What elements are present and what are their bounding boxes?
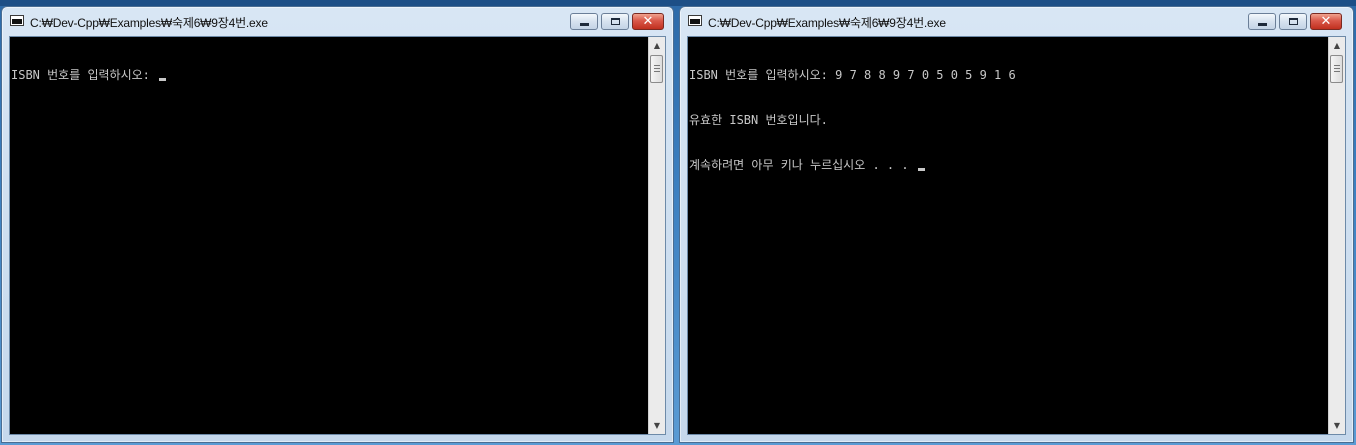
console-app-icon[interactable] (688, 15, 702, 26)
console-window-left[interactable]: C:₩Dev-Cpp₩Examples₩숙제6₩9장4번.exe ✕ ISBN … (1, 6, 674, 443)
scroll-thumb[interactable] (1330, 55, 1343, 83)
scroll-grip (1334, 65, 1340, 66)
window-title: C:₩Dev-Cpp₩Examples₩숙제6₩9장4번.exe (30, 16, 268, 30)
close-button[interactable]: ✕ (1310, 13, 1342, 30)
minimize-button[interactable] (570, 13, 598, 30)
console-line: ISBN 번호를 입력하시오: (11, 68, 645, 83)
console-line: 유효한 ISBN 번호입니다. (689, 113, 1325, 128)
window-title: C:₩Dev-Cpp₩Examples₩숙제6₩9장4번.exe (708, 16, 946, 30)
close-button[interactable]: ✕ (632, 13, 664, 30)
console-output-area[interactable]: ISBN 번호를 입력하시오: 9 7 8 8 9 7 0 5 0 5 9 1 … (687, 36, 1346, 435)
maximize-button[interactable] (601, 13, 629, 30)
vertical-scrollbar[interactable]: ▲ ▼ (648, 37, 665, 434)
console-output-area[interactable]: ISBN 번호를 입력하시오: ▲ ▼ (9, 36, 666, 435)
console-text: ISBN 번호를 입력하시오: 9 7 8 8 9 7 0 5 0 5 9 1 … (689, 38, 1325, 434)
close-icon: ✕ (642, 14, 654, 29)
close-icon: ✕ (1320, 14, 1332, 29)
console-line-text: ISBN 번호를 입력하시오: (11, 68, 158, 82)
window-titlebar[interactable]: C:₩Dev-Cpp₩Examples₩숙제6₩9장4번.exe ✕ (2, 7, 673, 35)
scroll-grip (654, 68, 660, 69)
maximize-button[interactable] (1279, 13, 1307, 30)
scroll-grip (1334, 68, 1340, 69)
console-line: 계속하려면 아무 키나 누르십시오 . . . (689, 158, 1325, 173)
maximize-icon (610, 18, 620, 25)
scroll-up-arrow-icon[interactable]: ▲ (1329, 37, 1345, 54)
scroll-grip (654, 65, 660, 66)
window-titlebar[interactable]: C:₩Dev-Cpp₩Examples₩숙제6₩9장4번.exe ✕ (680, 7, 1353, 35)
maximize-icon (1288, 18, 1298, 25)
vertical-scrollbar[interactable]: ▲ ▼ (1328, 37, 1345, 434)
scroll-grip (654, 71, 660, 72)
minimize-icon (1257, 22, 1267, 26)
scroll-grip (1334, 71, 1340, 72)
scroll-up-arrow-icon[interactable]: ▲ (649, 37, 665, 54)
console-line-text: 계속하려면 아무 키나 누르십시오 . . . (689, 158, 916, 172)
text-cursor (917, 168, 925, 171)
scroll-down-arrow-icon[interactable]: ▼ (649, 417, 665, 434)
console-app-icon[interactable] (10, 15, 24, 26)
console-line-text: 유효한 ISBN 번호입니다. (689, 113, 828, 127)
console-text: ISBN 번호를 입력하시오: (11, 38, 645, 434)
console-line: ISBN 번호를 입력하시오: 9 7 8 8 9 7 0 5 0 5 9 1 … (689, 68, 1325, 83)
minimize-button[interactable] (1248, 13, 1276, 30)
text-cursor (159, 78, 167, 81)
scroll-down-arrow-icon[interactable]: ▼ (1329, 417, 1345, 434)
scroll-thumb[interactable] (650, 55, 663, 83)
console-line-text: ISBN 번호를 입력하시오: 9 7 8 8 9 7 0 5 0 5 9 1 … (689, 68, 1016, 82)
minimize-icon (579, 22, 589, 26)
console-window-right[interactable]: C:₩Dev-Cpp₩Examples₩숙제6₩9장4번.exe ✕ ISBN … (679, 6, 1354, 443)
